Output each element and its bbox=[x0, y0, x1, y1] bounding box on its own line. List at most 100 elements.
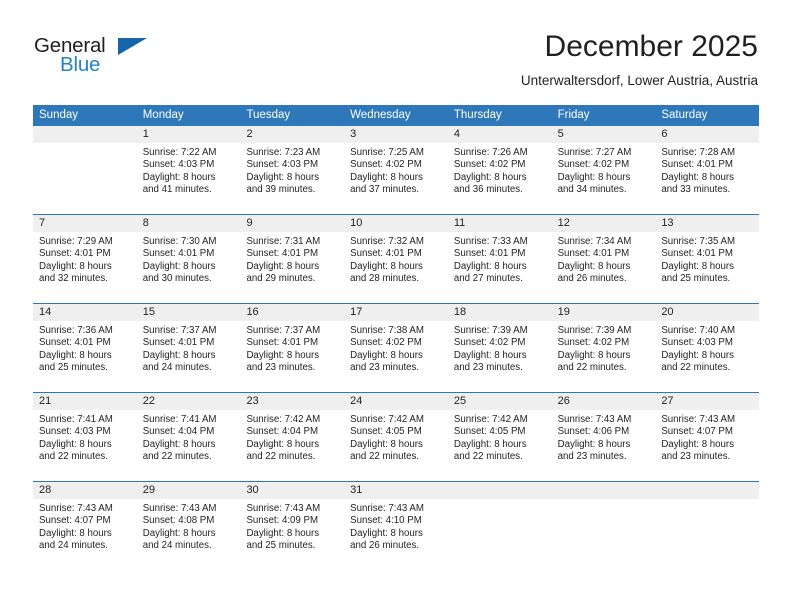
calendar-day-cell[interactable]: 25 Sunrise: 7:42 AM Sunset: 4:05 PM Dayligh… bbox=[447, 393, 552, 481]
weekday-header-monday: Monday bbox=[142, 109, 184, 121]
calendar-day-cell[interactable]: 31 Sunrise: 7:43 AM Sunset: 4:10 PM Dayligh… bbox=[344, 482, 448, 570]
day-detail-line: Daylight: 8 hours bbox=[142, 260, 216, 272]
day-detail-line: Sunset: 4:01 PM bbox=[557, 248, 630, 260]
calendar-day-cell-empty bbox=[447, 482, 552, 570]
day-detail-line: Daylight: 8 hours bbox=[453, 171, 527, 183]
day-detail-text: Sunrise: 7:29 AM Sunset: 4:01 PM Daylight:… bbox=[33, 232, 137, 303]
calendar-day-cell[interactable]: 14 Sunrise: 7:36 AM Sunset: 4:01 PM Dayligh… bbox=[33, 304, 137, 392]
day-detail-line: Sunrise: 7:23 AM bbox=[246, 147, 321, 158]
day-detail-line: Sunrise: 7:37 AM bbox=[246, 325, 321, 336]
calendar-day-cell[interactable]: 10 Sunrise: 7:32 AM Sunset: 4:01 PM Dayligh… bbox=[344, 215, 448, 303]
calendar-day-cell[interactable]: 21 Sunrise: 7:41 AM Sunset: 4:03 PM Dayligh… bbox=[33, 393, 137, 481]
day-detail-line: Daylight: 8 hours bbox=[142, 349, 216, 361]
calendar-day-cell[interactable]: 1 Sunrise: 7:22 AM Sunset: 4:03 PM Daylight… bbox=[136, 126, 241, 214]
day-detail-text: Sunrise: 7:43 AM Sunset: 4:06 PM Daylight:… bbox=[552, 410, 656, 481]
calendar-day-cell[interactable]: 3 Sunrise: 7:25 AM Sunset: 4:02 PM Daylight… bbox=[344, 126, 448, 214]
calendar-day-cell[interactable]: 2 Sunrise: 7:23 AM Sunset: 4:03 PM Daylight… bbox=[240, 126, 345, 214]
day-number: 29 bbox=[136, 482, 241, 499]
day-number: 10 bbox=[344, 215, 448, 232]
day-detail-text: Sunrise: 7:35 AM Sunset: 4:01 PM Daylight:… bbox=[655, 232, 759, 303]
calendar-day-cell[interactable]: 6 Sunrise: 7:28 AM Sunset: 4:01 PM Daylight… bbox=[655, 126, 760, 214]
day-detail-line: Daylight: 8 hours bbox=[350, 171, 423, 183]
day-number: 23 bbox=[240, 393, 345, 410]
calendar-day-cell-empty bbox=[551, 482, 656, 570]
day-detail-line: and 22 minutes. bbox=[39, 450, 108, 462]
calendar-day-cell[interactable]: 26 Sunrise: 7:43 AM Sunset: 4:06 PM Dayligh… bbox=[551, 393, 656, 481]
calendar-day-cell[interactable]: 30 Sunrise: 7:43 AM Sunset: 4:09 PM Dayligh… bbox=[240, 482, 345, 570]
calendar-day-cell[interactable]: 22 Sunrise: 7:41 AM Sunset: 4:04 PM Dayligh… bbox=[136, 393, 241, 481]
day-detail-line: Daylight: 8 hours bbox=[350, 260, 423, 272]
day-detail-line: Daylight: 8 hours bbox=[39, 260, 112, 272]
day-detail-text: Sunrise: 7:25 AM Sunset: 4:02 PM Daylight:… bbox=[344, 143, 448, 214]
calendar-day-cell[interactable]: 12 Sunrise: 7:34 AM Sunset: 4:01 PM Dayligh… bbox=[551, 215, 656, 303]
calendar-day-cell[interactable]: 28 Sunrise: 7:43 AM Sunset: 4:07 PM Dayligh… bbox=[33, 482, 137, 570]
day-detail-line: Sunset: 4:03 PM bbox=[246, 159, 319, 171]
calendar-day-cell[interactable]: 20 Sunrise: 7:40 AM Sunset: 4:03 PM Dayligh… bbox=[655, 304, 760, 392]
day-detail-line: and 23 minutes. bbox=[661, 450, 731, 462]
calendar-day-cell[interactable]: 4 Sunrise: 7:26 AM Sunset: 4:02 PM Daylight… bbox=[447, 126, 552, 214]
day-detail-line: Sunset: 4:02 PM bbox=[453, 159, 526, 171]
day-detail-line: and 41 minutes. bbox=[142, 183, 212, 195]
day-detail-line: Sunset: 4:02 PM bbox=[557, 337, 630, 349]
calendar-day-cell[interactable]: 13 Sunrise: 7:35 AM Sunset: 4:01 PM Dayligh… bbox=[655, 215, 760, 303]
calendar-day-cell-empty bbox=[33, 126, 137, 214]
day-detail-text: Sunrise: 7:22 AM Sunset: 4:03 PM Daylight:… bbox=[137, 143, 241, 214]
day-detail-line: Sunrise: 7:43 AM bbox=[350, 503, 424, 514]
day-number: 3 bbox=[344, 126, 448, 143]
page-subtitle: Unterwaltersdorf, Lower Austria, Austria bbox=[520, 72, 758, 88]
day-detail-line: Sunset: 4:02 PM bbox=[350, 159, 422, 171]
day-number: 21 bbox=[33, 393, 137, 410]
day-detail-line: Daylight: 8 hours bbox=[142, 171, 216, 183]
day-detail-text bbox=[552, 499, 656, 570]
calendar-day-cell[interactable]: 29 Sunrise: 7:43 AM Sunset: 4:08 PM Dayligh… bbox=[136, 482, 241, 570]
day-number bbox=[655, 482, 760, 499]
day-detail-line: Sunset: 4:03 PM bbox=[39, 426, 111, 438]
day-detail-line: and 39 minutes. bbox=[246, 183, 316, 195]
day-detail-line: and 24 minutes. bbox=[142, 539, 212, 551]
calendar-day-cell[interactable]: 17 Sunrise: 7:38 AM Sunset: 4:02 PM Dayligh… bbox=[344, 304, 448, 392]
calendar-day-cell[interactable]: 23 Sunrise: 7:42 AM Sunset: 4:04 PM Dayligh… bbox=[240, 393, 345, 481]
calendar-day-cell[interactable]: 8 Sunrise: 7:30 AM Sunset: 4:01 PM Daylight… bbox=[136, 215, 241, 303]
day-number: 13 bbox=[655, 215, 760, 232]
calendar-day-cell[interactable]: 24 Sunrise: 7:42 AM Sunset: 4:05 PM Dayligh… bbox=[344, 393, 448, 481]
day-detail-line: and 25 minutes. bbox=[39, 361, 108, 373]
day-number: 7 bbox=[33, 215, 137, 232]
calendar-day-cell[interactable]: 7 Sunrise: 7:29 AM Sunset: 4:01 PM Daylight… bbox=[33, 215, 137, 303]
day-detail-line: Daylight: 8 hours bbox=[453, 260, 527, 272]
day-detail-line: and 22 minutes. bbox=[557, 361, 627, 373]
day-detail-text: Sunrise: 7:26 AM Sunset: 4:02 PM Daylight:… bbox=[448, 143, 552, 214]
calendar-day-cell[interactable]: 15 Sunrise: 7:37 AM Sunset: 4:01 PM Dayligh… bbox=[136, 304, 241, 392]
calendar-day-cell[interactable]: 18 Sunrise: 7:39 AM Sunset: 4:02 PM Dayligh… bbox=[447, 304, 552, 392]
logo-triangle-icon bbox=[118, 38, 147, 55]
calendar-day-cell[interactable]: 11 Sunrise: 7:33 AM Sunset: 4:01 PM Dayligh… bbox=[447, 215, 552, 303]
day-detail-line: Daylight: 8 hours bbox=[661, 349, 735, 361]
day-detail-line: Sunrise: 7:22 AM bbox=[142, 147, 217, 158]
day-number: 28 bbox=[33, 482, 137, 499]
day-detail-line: Sunrise: 7:29 AM bbox=[39, 236, 113, 247]
calendar-day-cell[interactable]: 5 Sunrise: 7:27 AM Sunset: 4:02 PM Daylight… bbox=[551, 126, 656, 214]
weekday-header-friday: Friday bbox=[557, 109, 590, 121]
day-detail-line: Sunset: 4:01 PM bbox=[39, 337, 111, 349]
calendar-day-cell[interactable]: 27 Sunrise: 7:43 AM Sunset: 4:07 PM Dayligh… bbox=[655, 393, 760, 481]
day-detail-text: Sunrise: 7:43 AM Sunset: 4:09 PM Daylight:… bbox=[240, 499, 344, 570]
generalblue-logo[interactable]: General Blue bbox=[34, 35, 174, 86]
calendar-week-row: 28 Sunrise: 7:43 AM Sunset: 4:07 PM Dayligh… bbox=[33, 481, 760, 570]
day-detail-text: Sunrise: 7:32 AM Sunset: 4:01 PM Daylight:… bbox=[344, 232, 448, 303]
day-detail-line: Sunrise: 7:27 AM bbox=[557, 147, 632, 158]
day-detail-text: Sunrise: 7:38 AM Sunset: 4:02 PM Daylight:… bbox=[344, 321, 448, 392]
day-detail-line: Sunrise: 7:35 AM bbox=[661, 236, 736, 247]
day-detail-line: Daylight: 8 hours bbox=[557, 171, 631, 183]
day-number: 8 bbox=[136, 215, 241, 232]
day-detail-line: Sunset: 4:02 PM bbox=[453, 337, 526, 349]
day-detail-line: Sunset: 4:01 PM bbox=[246, 337, 319, 349]
day-detail-line: Daylight: 8 hours bbox=[453, 438, 527, 450]
calendar-day-cell[interactable]: 9 Sunrise: 7:31 AM Sunset: 4:01 PM Daylight… bbox=[240, 215, 345, 303]
calendar-day-cell[interactable]: 19 Sunrise: 7:39 AM Sunset: 4:02 PM Dayligh… bbox=[551, 304, 656, 392]
day-detail-line: and 26 minutes. bbox=[350, 539, 420, 551]
weekday-header-sunday: Sunday bbox=[39, 109, 79, 121]
day-detail-line: Daylight: 8 hours bbox=[453, 349, 527, 361]
day-detail-text bbox=[655, 499, 759, 570]
day-detail-line: Sunrise: 7:36 AM bbox=[39, 325, 113, 336]
calendar-day-cell[interactable]: 16 Sunrise: 7:37 AM Sunset: 4:01 PM Dayligh… bbox=[240, 304, 345, 392]
day-detail-line: Daylight: 8 hours bbox=[350, 527, 423, 539]
